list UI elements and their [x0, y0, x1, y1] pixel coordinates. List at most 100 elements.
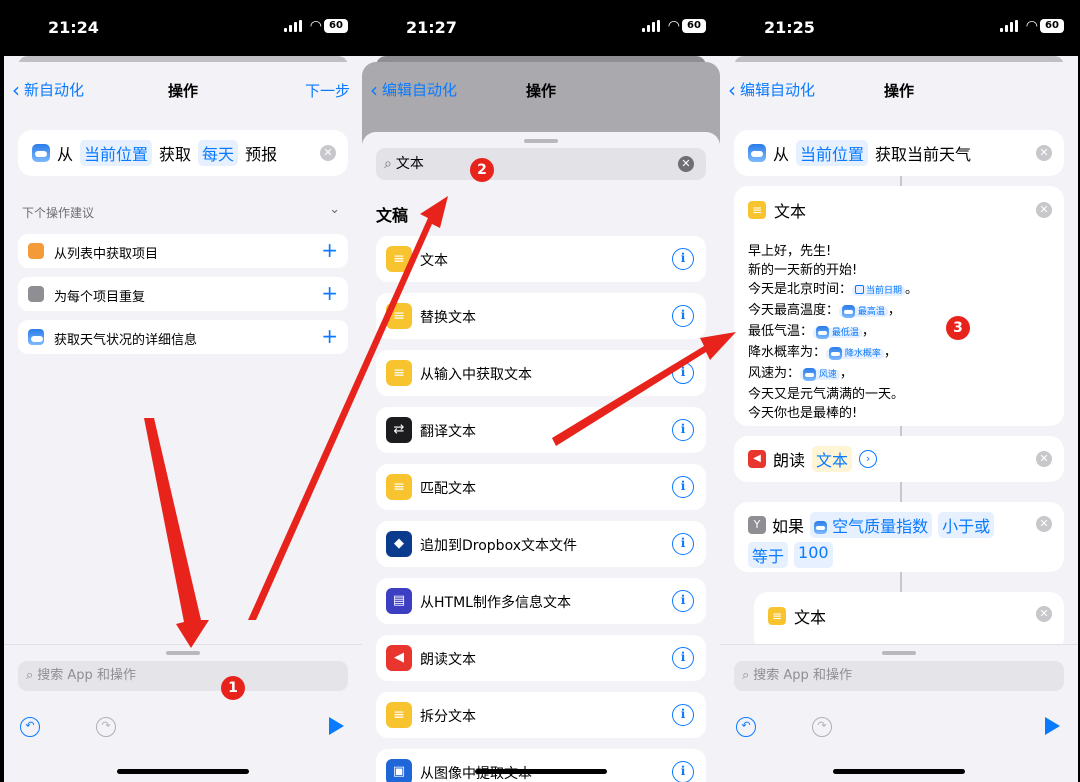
suggestion-item[interactable]: 从列表中获取项目 +: [18, 234, 348, 268]
wifi-icon: ◠: [309, 18, 322, 34]
translate-icon: ⇄: [386, 417, 412, 443]
add-icon[interactable]: +: [321, 281, 338, 305]
list-item[interactable]: ▣ 从图像中提取文本 i: [376, 749, 706, 782]
list-item[interactable]: 替换文本 i: [376, 293, 706, 339]
weather-action-card[interactable]: 从 当前位置 获取 每天 预报 ✕: [18, 130, 348, 176]
info-icon[interactable]: i: [672, 362, 694, 384]
text-line-suffix: ，: [861, 324, 875, 339]
value-token[interactable]: 100: [794, 542, 833, 568]
text-line: 今天是北京时间： 当前日期。: [748, 280, 918, 301]
wifi-icon: ◠: [1025, 18, 1038, 34]
text-line-prefix: 今天最高温度：: [748, 303, 840, 318]
list-item[interactable]: 匹配文本 i: [376, 464, 706, 510]
info-icon[interactable]: i: [672, 476, 694, 498]
note-icon: ≡: [748, 201, 766, 219]
redo-icon[interactable]: ↷: [812, 717, 832, 737]
sheet-grabber[interactable]: [524, 139, 558, 143]
search-input[interactable]: ⌕ 文本 ✕: [376, 148, 706, 180]
list-item[interactable]: ◆ 追加到Dropbox文本文件 i: [376, 521, 706, 567]
status-bar: 21:24 ◠ 60: [4, 0, 362, 56]
nested-text-action-card[interactable]: ≡ 文本 ✕: [754, 592, 1064, 652]
note-icon: [386, 246, 412, 272]
next-button[interactable]: 下一步: [305, 80, 350, 101]
list-item[interactable]: ⇄ 翻译文本 i: [376, 407, 706, 453]
action-search-panel: ⌕ 搜索 App 和操作 ↶ ↷: [720, 644, 1078, 782]
aqi-variable-token[interactable]: 空气质量指数: [810, 512, 933, 538]
suggestion-item[interactable]: 为每个项目重复 +: [18, 277, 348, 311]
remove-action-icon[interactable]: ✕: [1036, 606, 1052, 622]
speak-action-card[interactable]: ◀ 朗读 文本 › ✕: [734, 436, 1064, 482]
text-line-suffix: 。: [905, 282, 919, 297]
list-item[interactable]: ▤ 从HTML制作多信息文本 i: [376, 578, 706, 624]
suggestion-label: 获取天气状况的详细信息: [54, 333, 198, 348]
info-icon[interactable]: i: [672, 704, 694, 726]
weather-icon: [748, 144, 766, 162]
status-time: 21:27: [406, 18, 457, 37]
item-label: 拆分文本: [420, 709, 476, 725]
speaker-icon: ◀: [748, 450, 766, 468]
text-variable-token[interactable]: 文本: [812, 446, 853, 472]
undo-icon[interactable]: ↶: [20, 717, 40, 737]
daily-token[interactable]: 每天: [198, 140, 239, 166]
weather-icon: [829, 347, 843, 360]
text-action-card[interactable]: ≡ 文本 ✕ 早上好，先生! 新的一天新的开始! 今天是北京时间： 当前日期。 今…: [734, 186, 1064, 426]
step-badge: 3: [946, 316, 970, 340]
sheet-grabber[interactable]: [166, 651, 200, 655]
variable-label: 最高温: [857, 307, 885, 317]
remove-action-icon[interactable]: ✕: [1036, 202, 1052, 218]
precipitation-variable-token[interactable]: 降水概率: [826, 347, 884, 360]
text-line-suffix: ，: [839, 366, 853, 381]
remove-action-icon[interactable]: ✕: [320, 145, 336, 161]
play-icon[interactable]: [329, 717, 344, 735]
info-icon[interactable]: i: [672, 248, 694, 270]
low-temp-variable-token[interactable]: 最低温: [813, 326, 862, 339]
info-icon[interactable]: i: [672, 419, 694, 441]
note-icon: [386, 303, 412, 329]
weather-action-card[interactable]: 从 当前位置 获取当前天气 ✕: [734, 130, 1064, 176]
info-icon[interactable]: i: [672, 590, 694, 612]
sheet-grabber[interactable]: [882, 651, 916, 655]
condition-token[interactable]: 小于或: [938, 512, 995, 538]
list-item[interactable]: 拆分文本 i: [376, 692, 706, 738]
search-icon: ⌕: [384, 156, 392, 172]
add-icon[interactable]: +: [321, 238, 338, 262]
redo-icon[interactable]: ↷: [96, 717, 116, 737]
text-body[interactable]: 早上好，先生! 新的一天新的开始! 今天是北京时间： 当前日期。 今天最高温度： …: [748, 242, 918, 423]
remove-action-icon[interactable]: ✕: [1036, 451, 1052, 467]
search-input[interactable]: ⌕ 搜索 App 和操作: [18, 661, 348, 691]
item-label: 翻译文本: [420, 424, 476, 440]
remove-action-icon[interactable]: ✕: [1036, 145, 1052, 161]
list-item[interactable]: ◀ 朗读文本 i: [376, 635, 706, 681]
date-variable-token[interactable]: 当前日期: [852, 285, 906, 296]
add-icon[interactable]: +: [321, 324, 338, 348]
list-item[interactable]: 从输入中获取文本 i: [376, 350, 706, 396]
location-token[interactable]: 当前位置: [796, 140, 869, 166]
list-item[interactable]: 文本 i: [376, 236, 706, 282]
undo-icon[interactable]: ↶: [736, 717, 756, 737]
remove-action-icon[interactable]: ✕: [1036, 516, 1052, 532]
play-icon[interactable]: [1045, 717, 1060, 735]
search-results-sheet: ⌕文本 ✕ 文稿 文本i 替换文本i 从输入中获取文本i ⇄ 翻译文本 i 匹配文本…: [362, 132, 720, 782]
info-icon[interactable]: i: [672, 305, 694, 327]
info-icon[interactable]: i: [672, 761, 694, 782]
note-icon: [386, 360, 412, 386]
if-action-card[interactable]: Y 如果 空气质量指数 小于或 等于 100 ✕: [734, 502, 1064, 572]
high-temp-variable-token[interactable]: 最高温: [839, 305, 888, 318]
action-forecast: 预报: [245, 145, 278, 164]
weather-icon: [842, 305, 856, 318]
wind-speed-variable-token[interactable]: 风速: [800, 368, 840, 381]
section-title: 文稿: [376, 206, 409, 225]
search-input[interactable]: ⌕ 搜索 App 和操作: [734, 661, 1064, 691]
location-token[interactable]: 当前位置: [80, 140, 153, 166]
condition-token[interactable]: 等于: [748, 542, 789, 568]
chevron-right-icon[interactable]: ›: [859, 450, 878, 468]
signal-icon: [642, 20, 662, 32]
list-icon: [28, 243, 44, 259]
clear-search-icon[interactable]: ✕: [678, 156, 694, 172]
info-icon[interactable]: i: [672, 533, 694, 555]
action-line: 从 当前位置 获取当前天气: [748, 130, 971, 176]
suggestion-item[interactable]: 获取天气状况的详细信息 +: [18, 320, 348, 354]
suggestion-label: 为每个项目重复: [54, 290, 146, 305]
info-icon[interactable]: i: [672, 647, 694, 669]
chevron-down-icon[interactable]: ⌄: [329, 202, 340, 217]
